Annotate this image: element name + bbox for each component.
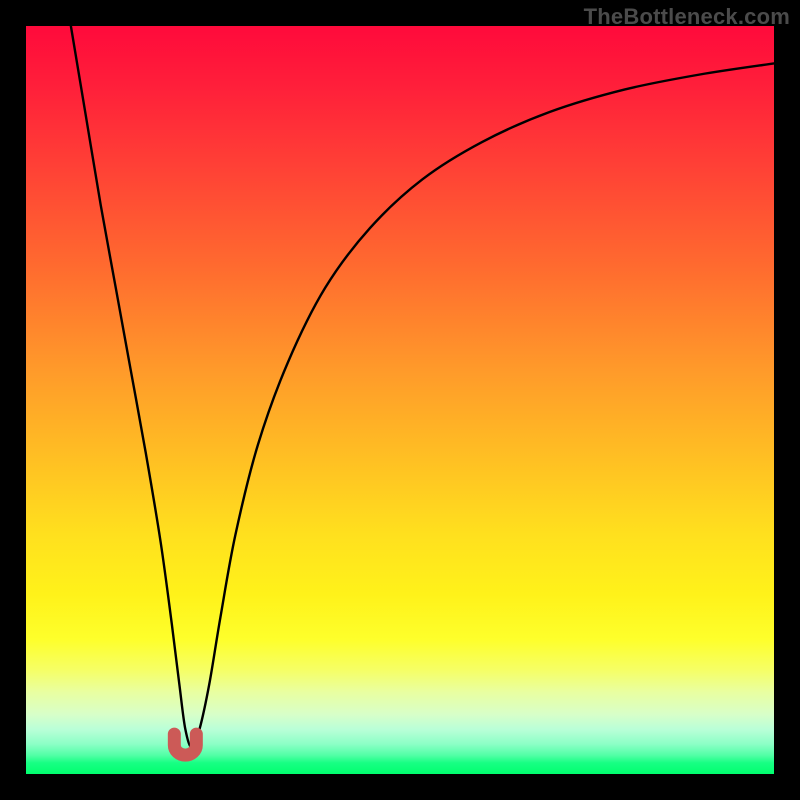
bottleneck-curve <box>71 26 774 748</box>
outer-black-frame: TheBottleneck.com <box>0 0 800 800</box>
watermark-text: TheBottleneck.com <box>584 4 790 30</box>
u-marker-icon <box>174 734 196 755</box>
curve-layer <box>26 26 774 774</box>
gradient-plot-area <box>26 26 774 774</box>
